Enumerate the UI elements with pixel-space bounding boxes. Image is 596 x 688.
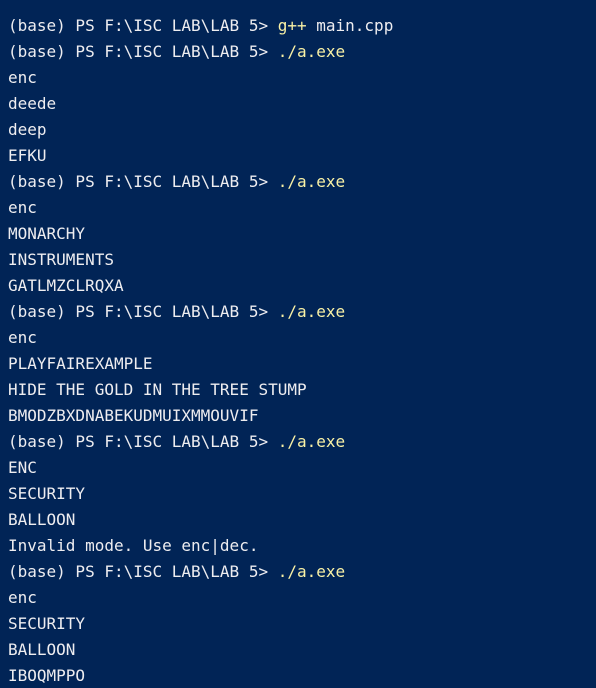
command-text: g++ bbox=[277, 16, 307, 35]
output-line: BALLOON bbox=[8, 510, 76, 529]
output-line: BALLOON bbox=[8, 640, 76, 659]
command-text: ./a.exe bbox=[277, 302, 346, 321]
command-text: ./a.exe bbox=[277, 172, 346, 191]
terminal-window[interactable]: (base) PS F:\ISC LAB\LAB 5> g++ main.cpp… bbox=[0, 0, 596, 688]
prompt-line: (base) PS F:\ISC LAB\LAB 5> g++ main.cpp bbox=[8, 13, 596, 39]
output-line: INSTRUMENTS bbox=[8, 250, 114, 269]
output-line: IBOQMPPO bbox=[8, 666, 86, 685]
command-text: ./a.exe bbox=[277, 562, 346, 581]
prompt-line: (base) PS F:\ISC LAB\LAB 5> ./a.exe bbox=[8, 559, 596, 585]
output-line: deep bbox=[8, 120, 47, 139]
output-line: enc bbox=[8, 198, 37, 217]
prompt-text: (base) PS F:\ISC LAB\LAB 5> bbox=[8, 42, 278, 61]
output-line: HIDE THE GOLD IN THE TREE STUMP bbox=[8, 380, 307, 399]
output-line: PLAYFAIREXAMPLE bbox=[8, 354, 153, 373]
prompt-text: (base) PS F:\ISC LAB\LAB 5> bbox=[8, 172, 278, 191]
output-line: GATLMZCLRQXA bbox=[8, 276, 124, 295]
command-args: main.cpp bbox=[306, 16, 394, 35]
output-line: Invalid mode. Use enc|dec. bbox=[8, 536, 259, 555]
output-line: MONARCHY bbox=[8, 224, 86, 243]
prompt-text: (base) PS F:\ISC LAB\LAB 5> bbox=[8, 16, 278, 35]
output-line: BMODZBXDNABEKUDMUIXMMOUVIF bbox=[8, 406, 259, 425]
output-line: SECURITY bbox=[8, 614, 86, 633]
output-line: enc bbox=[8, 328, 37, 347]
prompt-line: (base) PS F:\ISC LAB\LAB 5> ./a.exe bbox=[8, 299, 596, 325]
prompt-text: (base) PS F:\ISC LAB\LAB 5> bbox=[8, 562, 278, 581]
output-line: enc bbox=[8, 68, 37, 87]
prompt-line: (base) PS F:\ISC LAB\LAB 5> ./a.exe bbox=[8, 39, 596, 65]
output-line: EFKU bbox=[8, 146, 47, 165]
prompt-text: (base) PS F:\ISC LAB\LAB 5> bbox=[8, 302, 278, 321]
prompt-text: (base) PS F:\ISC LAB\LAB 5> bbox=[8, 432, 278, 451]
prompt-line: (base) PS F:\ISC LAB\LAB 5> ./a.exe bbox=[8, 429, 596, 455]
output-line: enc bbox=[8, 588, 37, 607]
prompt-line: (base) PS F:\ISC LAB\LAB 5> ./a.exe bbox=[8, 169, 596, 195]
command-text: ./a.exe bbox=[277, 432, 346, 451]
output-line: SECURITY bbox=[8, 484, 86, 503]
command-text: ./a.exe bbox=[277, 42, 346, 61]
output-line: deede bbox=[8, 94, 57, 113]
output-line: ENC bbox=[8, 458, 37, 477]
